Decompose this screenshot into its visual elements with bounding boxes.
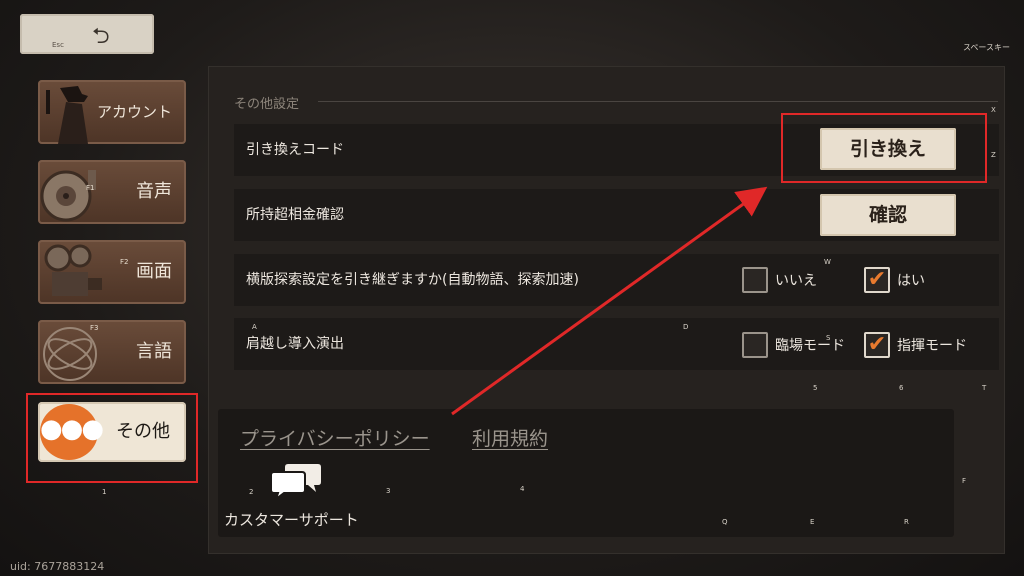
key-hint-r: R: [904, 518, 909, 526]
f3-hotkey-label: F3: [90, 324, 99, 332]
key-hint-w: W: [824, 258, 831, 266]
confirm-button[interactable]: 確認: [820, 194, 956, 236]
globe-orbit-icon: [43, 327, 97, 381]
sidebar-item-label: 言語: [136, 341, 172, 362]
key-hint-q: Q: [722, 518, 728, 526]
inherit-yes-checkbox[interactable]: ✔: [864, 267, 890, 293]
key-hint-a: A: [252, 323, 257, 331]
key-hint-f: F: [962, 477, 967, 485]
sidebar-item-label: その他: [116, 421, 170, 442]
uid-label: uid: 7677883124: [10, 560, 105, 573]
back-button[interactable]: Esc ⮌: [20, 14, 154, 54]
key-hint-3: 3: [386, 487, 391, 495]
command-mode-checkbox[interactable]: ✔: [864, 332, 890, 358]
redeem-button[interactable]: 引き換え: [820, 128, 956, 170]
inherit-settings-label: 横版探索設定を引き継ぎますか(自動物語、探索加速): [246, 272, 579, 288]
key-hint-x: X: [991, 106, 996, 114]
command-mode-label: 指揮モード: [897, 338, 967, 354]
sidebar-item-audio[interactable]: F1 音声: [38, 160, 186, 224]
inherit-no-label: いいえ: [775, 273, 817, 289]
f2-hotkey-label: F2: [120, 258, 129, 266]
film-camera-icon: [44, 244, 102, 296]
key-hint-e: E: [810, 518, 815, 526]
key-hint-1: 1: [102, 488, 107, 496]
key-hint-4: 4: [520, 485, 525, 493]
f1-hotkey-label: F1: [86, 184, 95, 192]
redeem-code-label: 引き換えコード: [246, 142, 344, 158]
key-hint-5: 5: [813, 384, 818, 392]
key-hint-s: S: [826, 334, 831, 342]
record-player-icon: [40, 170, 96, 222]
return-arrow-icon: ⮌: [92, 24, 110, 49]
key-hint-d: D: [683, 323, 689, 331]
intro-effect-label: 肩越し導入演出: [246, 336, 344, 352]
sidebar-item-display[interactable]: F2 画面: [38, 240, 186, 304]
sidebar-item-language[interactable]: F3 言語: [38, 320, 186, 384]
sidebar-item-other[interactable]: ●●● その他: [38, 402, 186, 462]
inherit-yes-label: はい: [897, 273, 925, 289]
sidebar-item-label: 音声: [136, 181, 172, 202]
immersive-mode-checkbox[interactable]: [742, 332, 768, 358]
section-divider: [318, 101, 998, 102]
sidebar-item-label: 画面: [136, 261, 172, 282]
sidebar-item-account[interactable]: アカウント: [38, 80, 186, 144]
inherit-no-checkbox[interactable]: [742, 267, 768, 293]
key-hint-t: T: [982, 384, 987, 392]
key-hint-z: Z: [991, 151, 996, 159]
key-hint-2: 2: [249, 488, 254, 496]
space-key-hint: スペースキー: [962, 43, 1010, 52]
privacy-policy-link[interactable]: プライバシーポリシー: [240, 424, 430, 451]
balance-check-label: 所持超相金確認: [246, 207, 344, 223]
more-dots-icon: ●●●: [40, 404, 104, 460]
terms-of-use-link[interactable]: 利用規約: [472, 424, 548, 451]
esc-hotkey-label: Esc: [52, 41, 64, 49]
key-hint-6: 6: [899, 384, 904, 392]
chat-bubbles-icon[interactable]: [270, 462, 322, 500]
customer-support-label[interactable]: カスタマーサポート: [224, 509, 359, 530]
immersive-mode-label: 臨場モード: [775, 338, 845, 354]
sidebar-item-label: アカウント: [96, 103, 172, 121]
section-title: その他設定: [234, 97, 300, 112]
